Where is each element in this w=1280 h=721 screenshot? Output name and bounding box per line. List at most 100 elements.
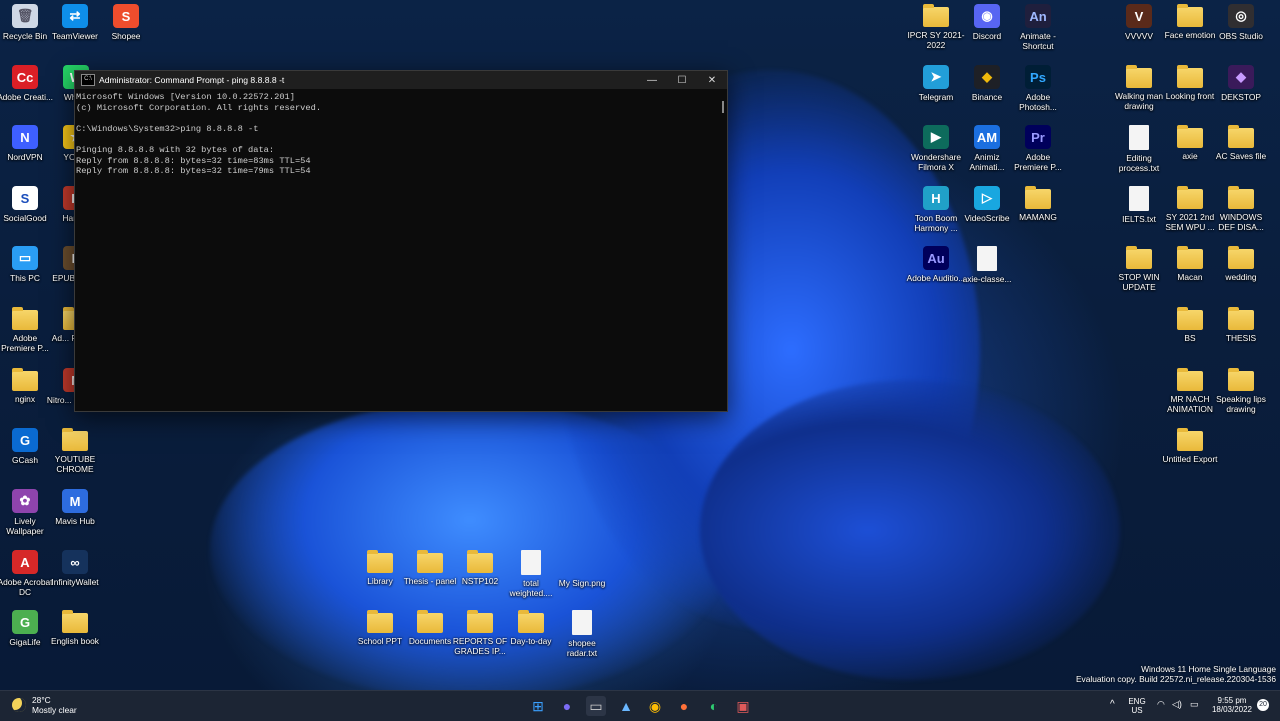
firefox-taskbar-icon[interactable]: ● (674, 696, 694, 716)
folder-icon (1177, 368, 1203, 391)
weather-temp: 28°C (32, 695, 51, 705)
terminal-output[interactable]: Microsoft Windows [Version 10.0.22572.20… (75, 89, 727, 177)
desktop-icon-label: axie (1182, 151, 1198, 161)
edge-taskbar-icon[interactable]: ◐ (704, 696, 724, 716)
clock[interactable]: 9:55 pm 18/03/2022 (1208, 696, 1256, 714)
desktop-icon[interactable]: MAMANG (1008, 186, 1068, 248)
desktop-icon-label: Day-to-day (510, 636, 552, 646)
desktop-icon-label: THESIS (1225, 333, 1257, 343)
notification-badge[interactable]: 20 (1257, 699, 1269, 711)
desktop-icon[interactable]: M Mavis Hub (45, 489, 105, 551)
folder-icon (923, 4, 949, 27)
folder-icon (12, 368, 38, 391)
folder-icon (417, 550, 443, 573)
battery-icon[interactable]: ▭ (1190, 700, 1199, 709)
desktop-icon-label: NordVPN (7, 152, 43, 162)
desktop-icon[interactable]: An Animate - Shortcut (1008, 4, 1068, 66)
desktop-icon-label: MAMANG (1019, 212, 1057, 222)
desktop-icon-label: wedding (1225, 272, 1257, 282)
desktop-icon-label: IELTS.txt (1122, 214, 1156, 224)
weather-widget[interactable]: 28°C Mostly clear (12, 695, 77, 715)
app-icon: V (1126, 4, 1152, 28)
chrome-taskbar-icon[interactable]: ◉ (645, 696, 665, 716)
desktop-icon[interactable]: AC Saves file (1211, 125, 1271, 187)
wifi-icon[interactable]: ◠ (1157, 700, 1165, 709)
desktop-icon[interactable]: shopee radar.txt (552, 610, 612, 672)
app-icon: ▷ (974, 186, 1000, 210)
document-icon (521, 550, 541, 575)
desktop-icon[interactable]: Untitled Export (1160, 428, 1220, 490)
app-icon: ◉ (974, 4, 1000, 28)
window-title: Administrator: Command Prompt - ping 8.8… (99, 75, 285, 85)
desktop-icon[interactable]: ◆ DEKSTOP (1211, 65, 1271, 127)
show-hidden-icons-chevron-icon[interactable]: ^ (1110, 700, 1115, 710)
wallpaper-bloom (700, 380, 1120, 680)
app-taskbar-icon[interactable]: ▣ (733, 696, 753, 716)
title-bar[interactable]: C:\ Administrator: Command Prompt - ping… (75, 71, 727, 89)
minimize-button[interactable]: — (637, 75, 667, 86)
desktop-icon-label: This PC (10, 273, 40, 283)
language-indicator[interactable]: ENG US (1128, 697, 1146, 715)
desktop-icon[interactable]: ∞ InfinityWallet (45, 550, 105, 612)
folder-icon (1228, 246, 1254, 269)
moon-icon (12, 698, 26, 712)
desktop-icon-label: AC Saves file (1215, 151, 1267, 161)
image-file-icon (572, 550, 592, 575)
terminal-taskbar-icon[interactable]: ▭ (586, 696, 606, 716)
desktop-icon-label: NSTP102 (461, 576, 499, 586)
desktop-icon-label: Mavis Hub (55, 516, 95, 526)
desktop-icon[interactable]: THESIS (1211, 307, 1271, 369)
desktop-icon-label: SocialGood (3, 213, 47, 223)
watermark-edition: Windows 11 Home Single Language (1141, 664, 1276, 674)
desktop-icon[interactable]: S Shopee (96, 4, 156, 66)
folder-icon (1177, 4, 1203, 27)
app-icon: ▭ (12, 246, 38, 270)
app-icon: ✿ (12, 489, 38, 513)
folder-icon (1126, 65, 1152, 88)
desktop-icon[interactable]: WINDOWS DEF DISA... (1211, 186, 1271, 248)
folder-icon (1228, 368, 1254, 391)
folder-icon (367, 610, 393, 633)
scrollbar-thumb[interactable] (722, 101, 724, 113)
language-code: ENG (1128, 697, 1146, 706)
desktop-icon-label: nginx (14, 394, 36, 404)
folder-icon (1177, 246, 1203, 269)
app-icon: M (62, 489, 88, 513)
desktop-icon[interactable]: Ps Adobe Photosh... (1008, 65, 1068, 127)
folder-icon (1177, 428, 1203, 451)
folder-icon (12, 307, 38, 330)
folder-icon (467, 550, 493, 573)
desktop-icon-label: English book (51, 636, 99, 646)
volume-icon[interactable]: ◁) (1172, 700, 1182, 709)
maximize-button[interactable]: ☐ (667, 75, 697, 86)
desktop-icon-label: Thesis - panel (403, 576, 457, 586)
watermark-build: Evaluation copy. Build 22572.ni_release.… (1075, 674, 1276, 684)
app-icon: S (12, 186, 38, 210)
desktop-icon-label: Binance (971, 92, 1003, 102)
folder-icon (1177, 186, 1203, 209)
app-icon: N (12, 125, 38, 149)
desktop-icon[interactable]: axie-classe... (957, 246, 1017, 308)
desktop-icon[interactable]: ◎ OBS Studio (1211, 4, 1271, 66)
desktop-icon[interactable]: English book (45, 610, 105, 672)
chat-taskbar-icon[interactable]: ● (557, 696, 577, 716)
photos-taskbar-icon[interactable]: ▲ (616, 696, 636, 716)
desktop-icon[interactable]: Speaking lips drawing (1211, 368, 1271, 430)
app-icon: ◆ (974, 65, 1000, 89)
desktop-icon-label: Untitled Export (1162, 454, 1218, 464)
desktop-icon-label: DEKSTOP (1221, 92, 1261, 102)
desktop-icon[interactable]: Pr Adobe Premiere P... (1008, 125, 1068, 187)
close-button[interactable]: ✕ (697, 75, 727, 86)
clock-time: 9:55 pm (1217, 696, 1247, 705)
command-prompt-window[interactable]: C:\ Administrator: Command Prompt - ping… (74, 70, 728, 412)
desktop-icon-label: Recycle Bin (2, 31, 48, 41)
folder-icon (1228, 186, 1254, 209)
desktop-icon[interactable]: My Sign.png (552, 550, 612, 612)
desktop-icon[interactable]: YOUTUBE CHROME (45, 428, 105, 490)
start-button[interactable]: ⊞ (528, 696, 548, 716)
region-code: US (1131, 706, 1143, 715)
taskbar: 28°C Mostly clear ⊞ ● ▭ ▲ ◉ ● ◐ ▣ ^ ENG US ◠ ◁)… (0, 690, 1280, 721)
app-icon: Au (923, 246, 949, 270)
desktop-icon-label: GCash (11, 455, 39, 465)
desktop-icon[interactable]: wedding (1211, 246, 1271, 308)
